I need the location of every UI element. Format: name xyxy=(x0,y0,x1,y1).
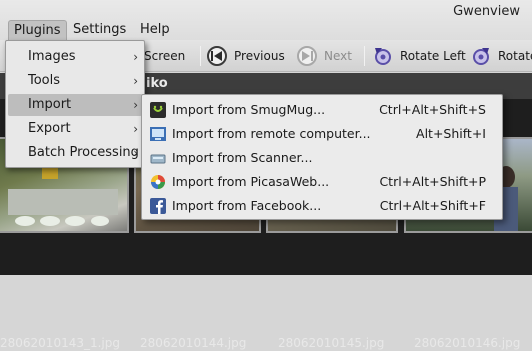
next-label: Next xyxy=(324,49,352,63)
rotate-right-icon xyxy=(470,45,492,67)
toolbar-separator xyxy=(364,46,365,66)
menu-item-shortcut: Ctrl+Alt+Shift+P xyxy=(379,174,486,189)
import-facebook-item[interactable]: Import from Facebook... Ctrl+Alt+Shift+F xyxy=(146,194,498,218)
folder-name: iko xyxy=(146,76,168,91)
menu-item-label: Import xyxy=(28,97,72,112)
thumbnail-filename: 28062010143_1.jpg xyxy=(0,336,120,350)
chevron-right-icon: › xyxy=(133,146,138,160)
chevron-right-icon: › xyxy=(133,122,138,136)
previous-button[interactable]: Previous xyxy=(206,44,285,68)
plugins-menu-item-export[interactable]: Export › xyxy=(8,118,142,140)
previous-icon xyxy=(206,45,228,67)
menu-plugins[interactable]: Plugins xyxy=(8,20,67,40)
plugins-menu-item-images[interactable]: Images › xyxy=(8,46,142,68)
import-submenu: Import from SmugMug... Ctrl+Alt+Shift+S … xyxy=(141,94,503,220)
menu-item-label: Images xyxy=(28,49,76,64)
next-icon xyxy=(296,45,318,67)
window-title: Gwenview xyxy=(453,4,520,19)
thumbnail-filename: 28062010145.jpg xyxy=(278,336,385,350)
full-screen-label: Screen xyxy=(144,49,186,63)
menu-item-label: Tools xyxy=(28,73,61,88)
menu-item-label: Import from Scanner... xyxy=(172,150,313,165)
chevron-right-icon: › xyxy=(133,74,138,88)
menu-item-label: Import from remote computer... xyxy=(172,126,371,141)
menu-item-shortcut: Ctrl+Alt+Shift+F xyxy=(379,198,486,213)
rotate-right-label: Rotate xyxy=(498,49,532,63)
menu-item-label: Export xyxy=(28,121,71,136)
menu-item-label: Import from PicasaWeb... xyxy=(172,174,330,189)
menu-item-label: Import from SmugMug... xyxy=(172,102,326,117)
rotate-right-button[interactable]: Rotate xyxy=(470,44,532,68)
menu-bar: Gwenview Plugins Settings Help xyxy=(0,0,532,40)
import-remote-computer-item[interactable]: Import from remote computer... Alt+Shift… xyxy=(146,122,498,146)
scanner-icon xyxy=(150,150,166,166)
remote-computer-icon xyxy=(150,126,166,142)
picasaweb-icon xyxy=(150,174,166,190)
import-smugmug-item[interactable]: Import from SmugMug... Ctrl+Alt+Shift+S xyxy=(146,98,498,122)
rotate-left-icon xyxy=(372,45,394,67)
import-picasaweb-item[interactable]: Import from PicasaWeb... Ctrl+Alt+Shift+… xyxy=(146,170,498,194)
menu-item-label: Import from Facebook... xyxy=(172,198,322,213)
rotate-left-button[interactable]: Rotate Left xyxy=(372,44,466,68)
thumbnail-filename: 28062010146.jpg xyxy=(414,336,521,350)
thumbnail-filename: 28062010144.jpg xyxy=(140,336,247,350)
chevron-right-icon: › xyxy=(133,98,138,112)
menu-help[interactable]: Help xyxy=(135,20,175,40)
previous-label: Previous xyxy=(234,49,285,63)
next-button[interactable]: Next xyxy=(296,44,352,68)
facebook-icon xyxy=(150,198,166,214)
full-screen-button[interactable]: Screen xyxy=(144,44,185,68)
plugins-menu-item-batch-processing[interactable]: Batch Processing › xyxy=(8,142,142,164)
menu-item-label: Batch Processing xyxy=(28,145,139,160)
plugins-menu-item-import[interactable]: Import › xyxy=(8,94,142,116)
chevron-right-icon: › xyxy=(133,50,138,64)
rotate-left-label: Rotate Left xyxy=(400,49,466,63)
import-scanner-item[interactable]: Import from Scanner... xyxy=(146,146,498,170)
plugins-menu: Images › Tools › Import › Export › Batch… xyxy=(5,40,145,168)
menu-settings[interactable]: Settings xyxy=(68,20,131,40)
plugins-menu-item-tools[interactable]: Tools › xyxy=(8,70,142,92)
smugmug-icon xyxy=(150,102,166,118)
menu-item-shortcut: Alt+Shift+I xyxy=(416,126,486,141)
toolbar-separator xyxy=(200,46,201,66)
menu-item-shortcut: Ctrl+Alt+Shift+S xyxy=(379,102,486,117)
